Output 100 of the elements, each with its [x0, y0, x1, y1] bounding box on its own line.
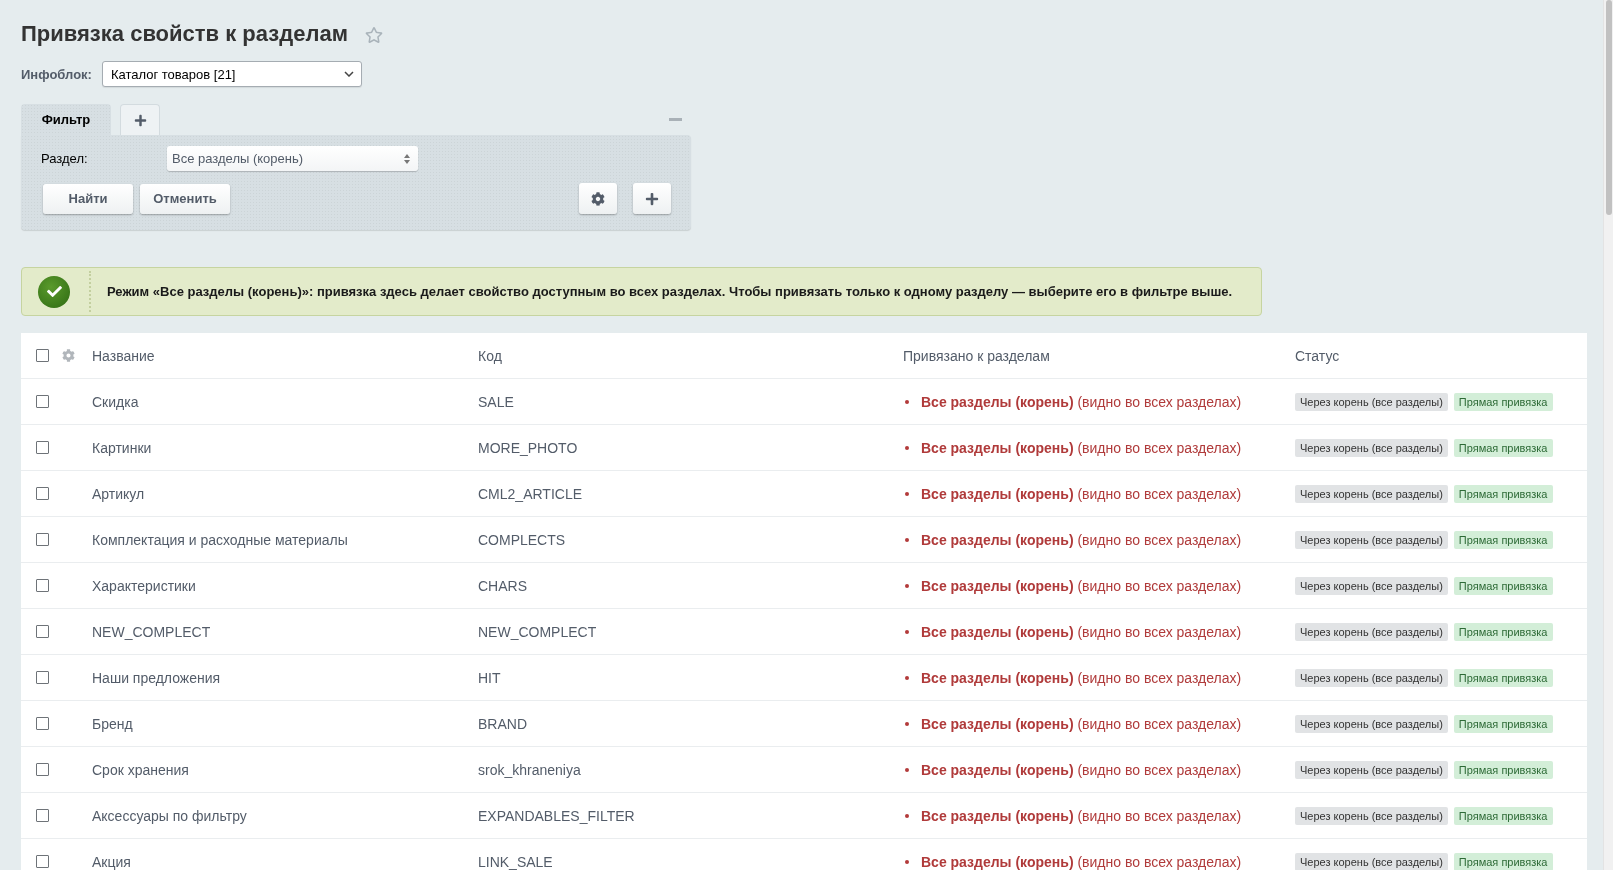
row-checkbox[interactable]	[36, 763, 49, 776]
column-header: Привязано к разделам	[903, 347, 1050, 364]
plus-icon	[645, 191, 659, 206]
bullet-icon	[905, 675, 909, 680]
property-name: Срок хранения	[92, 761, 189, 778]
field-label: Инфоблок:	[21, 66, 92, 82]
bullet-icon	[905, 583, 909, 588]
section-binding: Все разделы (корень) (видно во всех разделах)	[921, 761, 1242, 778]
section-binding: Все разделы (корень) (видно во всех разделах)	[921, 623, 1242, 640]
status-tag: Через корень (все разделы)	[1295, 576, 1448, 595]
property-code: MORE_PHOTO	[478, 439, 578, 456]
filter-tab[interactable]: Фильтр	[21, 104, 111, 135]
section-binding: Все разделы (корень) (видно во всех разделах)	[921, 577, 1242, 594]
section-binding: Все разделы (корень) (видно во всех разделах)	[921, 485, 1242, 502]
property-name: Аксессуары по фильтру	[92, 807, 247, 824]
property-code: HIT	[478, 669, 501, 686]
property-name: Картинки	[92, 439, 152, 456]
property-name: Артикул	[92, 485, 145, 502]
property-code: LINK_SALE	[478, 853, 553, 870]
status-tag: Через корень (все разделы)	[1295, 622, 1448, 641]
bullet-icon	[905, 491, 909, 496]
section-binding: Все разделы (корень) (видно во всех разделах)	[921, 393, 1242, 410]
column-header: Название	[92, 347, 155, 364]
chevron-down-icon	[343, 71, 354, 77]
filter-button[interactable]: Отменить	[140, 183, 230, 214]
property-code: NEW_COMPLECT	[478, 623, 597, 640]
scrollbar-thumb[interactable]	[1606, 0, 1612, 215]
star-icon[interactable]	[364, 26, 383, 44]
status-tag: Прямая привязка	[1453, 530, 1553, 549]
bullet-icon	[905, 767, 909, 772]
page-title: Привязка свойств к разделам	[21, 20, 348, 48]
status-tag: Через корень (все разделы)	[1295, 806, 1448, 825]
status-tag: Прямая привязка	[1453, 622, 1553, 641]
property-name: Скидка	[92, 393, 139, 410]
status-tag: Через корень (все разделы)	[1295, 714, 1448, 733]
row-checkbox[interactable]	[36, 625, 49, 638]
property-name: NEW_COMPLECT	[92, 623, 211, 640]
row-checkbox[interactable]	[36, 809, 49, 822]
bullet-icon	[905, 813, 909, 818]
status-tag: Через корень (все разделы)	[1295, 438, 1448, 457]
status-tag: Через корень (все разделы)	[1295, 392, 1448, 411]
status-tag: Прямая привязка	[1453, 576, 1553, 595]
status-tag: Прямая привязка	[1453, 484, 1553, 503]
property-name: Акция	[92, 853, 131, 870]
row-checkbox[interactable]	[36, 441, 49, 454]
bullet-icon	[905, 859, 909, 864]
property-name: Бренд	[92, 715, 133, 732]
row-checkbox[interactable]	[36, 579, 49, 592]
bullet-icon	[905, 445, 909, 450]
row-checkbox[interactable]	[36, 487, 49, 500]
status-tag: Прямая привязка	[1453, 852, 1553, 870]
section-binding: Все разделы (корень) (видно во всех разделах)	[921, 853, 1242, 870]
field-label: Раздел:	[41, 151, 89, 166]
status-tag: Через корень (все разделы)	[1295, 484, 1448, 503]
column-header: Код	[478, 347, 502, 364]
row-checkbox[interactable]	[36, 533, 49, 546]
row-checkbox[interactable]	[36, 717, 49, 730]
bullet-icon	[905, 537, 909, 542]
section-binding: Все разделы (корень) (видно во всех разделах)	[921, 669, 1242, 686]
section-binding: Все разделы (корень) (видно во всех разделах)	[921, 439, 1242, 456]
bullet-icon	[905, 399, 909, 404]
property-code: srok_khraneniya	[478, 761, 581, 778]
property-name: Комплектация и расходные материалы	[92, 531, 348, 548]
status-tag: Через корень (все разделы)	[1295, 530, 1448, 549]
property-code: CHARS	[478, 577, 527, 594]
row-checkbox[interactable]	[36, 855, 49, 868]
status-tag: Прямая привязка	[1453, 438, 1553, 457]
bullet-icon	[905, 629, 909, 634]
section-binding: Все разделы (корень) (видно во всех разделах)	[921, 807, 1242, 824]
status-tag: Через корень (все разделы)	[1295, 760, 1448, 779]
property-name: Наши предложения	[92, 669, 221, 686]
add-field-button[interactable]	[633, 183, 671, 214]
add-tab-button[interactable]	[120, 104, 160, 135]
status-tag: Прямая привязка	[1453, 760, 1553, 779]
bullet-icon	[905, 721, 909, 726]
row-checkbox[interactable]	[36, 671, 49, 684]
status-tag: Прямая привязка	[1453, 806, 1553, 825]
section-binding: Все разделы (корень) (видно во всех разделах)	[921, 531, 1242, 548]
infoblock-select[interactable]: Каталог товаров [21]	[101, 61, 362, 87]
property-code: CML2_ARTICLE	[478, 485, 582, 502]
filter-button[interactable]: Найти	[43, 183, 133, 214]
column-header: Статус	[1295, 347, 1340, 364]
status-tag: Прямая привязка	[1453, 392, 1553, 411]
notice-text: Режим «Все разделы (корень)»: привязка здесь делает свойство доступным во всех разделах. Чтобы привязать только к одному разделу — выберите его в фильтре выше.	[107, 284, 1233, 299]
status-tag: Через корень (все разделы)	[1295, 668, 1448, 687]
property-name: Характеристики	[92, 577, 196, 594]
status-tag: Через корень (все разделы)	[1295, 852, 1448, 870]
property-code: COMPLECTS	[478, 531, 566, 548]
status-tag: Прямая привязка	[1453, 668, 1553, 687]
section-select[interactable]: Все разделы (корень)	[167, 146, 418, 171]
property-code: BRAND	[478, 715, 527, 732]
row-checkbox[interactable]	[36, 395, 49, 408]
settings-icon	[591, 191, 605, 206]
plus-icon	[133, 113, 147, 127]
select-all-checkbox[interactable]	[36, 349, 49, 362]
section-binding: Все разделы (корень) (видно во всех разделах)	[921, 715, 1242, 732]
settings-button[interactable]	[579, 183, 617, 214]
property-code: EXPANDABLES_FILTER	[478, 807, 635, 824]
check-circle-icon	[38, 275, 70, 308]
status-tag: Прямая привязка	[1453, 714, 1553, 733]
